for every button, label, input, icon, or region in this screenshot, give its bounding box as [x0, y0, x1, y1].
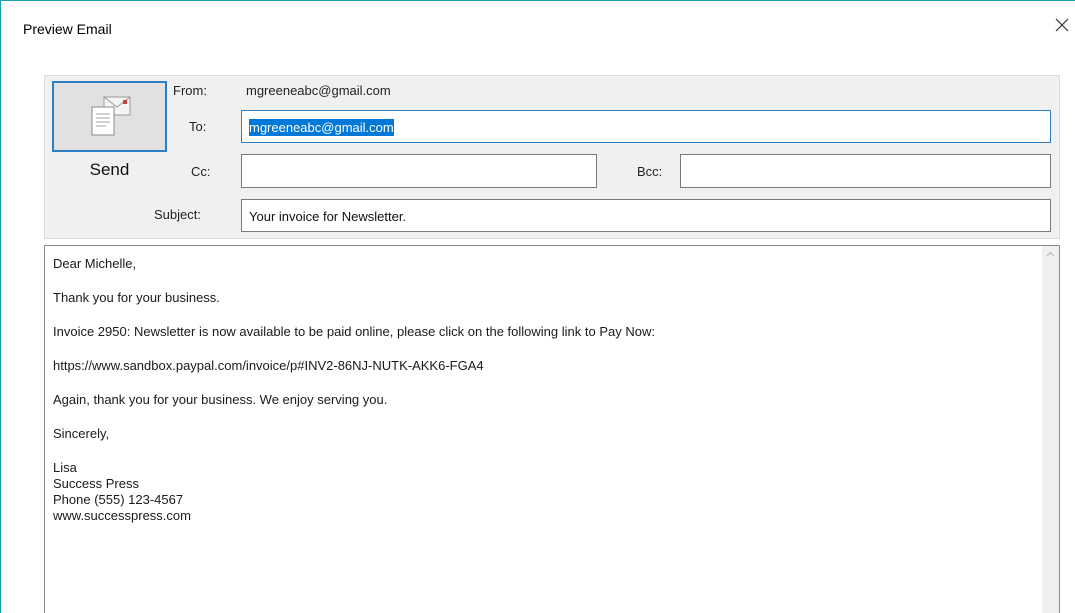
- email-body-text: Dear Michelle, Thank you for your busine…: [53, 256, 1033, 524]
- close-button[interactable]: [1049, 13, 1075, 43]
- email-body[interactable]: Dear Michelle, Thank you for your busine…: [44, 245, 1060, 613]
- from-value: mgreeneabc@gmail.com: [246, 83, 391, 98]
- vertical-scrollbar[interactable]: [1042, 246, 1059, 613]
- body-pay-link: https://www.sandbox.paypal.com/invoice/p…: [53, 358, 484, 373]
- body-invoice-line: Invoice 2950: Newsletter is now availabl…: [53, 324, 655, 339]
- to-field-value: mgreeneabc@gmail.com: [249, 119, 394, 136]
- subject-label: Subject:: [154, 207, 201, 222]
- body-greeting: Dear Michelle,: [53, 256, 137, 271]
- signature-phone: Phone (555) 123-4567: [53, 492, 184, 507]
- subject-field[interactable]: Your invoice for Newsletter.: [241, 199, 1051, 232]
- chevron-up-icon: [1046, 251, 1055, 257]
- from-label: From:: [173, 83, 207, 98]
- signature-block: Lisa Success Press Phone (555) 123-4567 …: [53, 460, 1033, 524]
- body-thanks: Thank you for your business.: [53, 290, 220, 305]
- send-mail-icon: [91, 96, 131, 136]
- body-closing-line: Again, thank you for your business. We e…: [53, 392, 388, 407]
- cc-field[interactable]: [241, 154, 597, 188]
- signature-company: Success Press: [53, 476, 139, 491]
- subject-field-value: Your invoice for Newsletter.: [249, 209, 407, 224]
- send-button[interactable]: [52, 81, 167, 152]
- send-button-label: Send: [89, 160, 130, 179]
- close-icon: [1055, 18, 1069, 32]
- cc-label: Cc:: [191, 164, 211, 179]
- body-signoff: Sincerely,: [53, 426, 110, 441]
- window-title: Preview Email: [23, 21, 112, 37]
- bcc-label: Bcc:: [637, 164, 663, 179]
- to-field[interactable]: mgreeneabc@gmail.com: [241, 110, 1051, 143]
- signature-website: www.successpress.com: [53, 508, 191, 523]
- bcc-field[interactable]: [680, 154, 1051, 188]
- scroll-up-button[interactable]: [1042, 246, 1059, 263]
- title-bar: Preview Email: [1, 1, 1075, 61]
- signature-name: Lisa: [53, 460, 77, 475]
- to-label: To:: [189, 119, 207, 134]
- preview-email-window: Preview Email Send From: mgreeneabc@gmai…: [0, 0, 1075, 613]
